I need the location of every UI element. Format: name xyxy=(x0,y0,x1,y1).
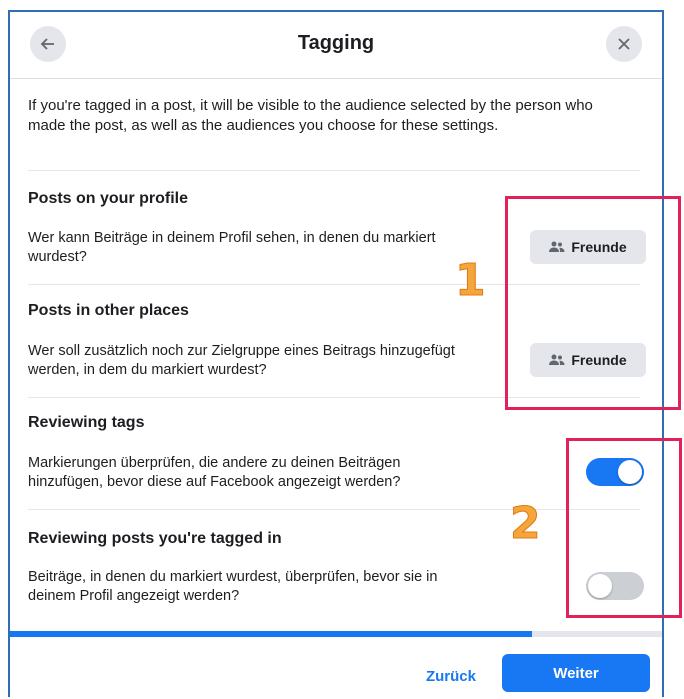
intro-text: If you're tagged in a post, it will be v… xyxy=(28,97,593,134)
weiter-button[interactable]: Weiter xyxy=(502,654,650,692)
divider xyxy=(28,509,640,510)
highlight-box-audience xyxy=(505,196,681,410)
progress-track xyxy=(10,631,662,637)
highlight-box-toggles xyxy=(566,438,682,618)
dialog-title: Tagging xyxy=(297,32,375,54)
section-title-posts-other-places: Posts in other places xyxy=(28,302,189,319)
section-desc-posts-on-profile: Wer kann Beiträge in deinem Profil sehen… xyxy=(28,230,436,265)
section-desc-reviewing-posts: Beiträge, in denen du markiert wurdest, … xyxy=(28,569,438,604)
annotation-number-2: 2 xyxy=(510,498,542,550)
section-title-reviewing-posts: Reviewing posts you're tagged in xyxy=(28,530,282,547)
section-desc-reviewing-tags: Markierungen überprüfen, die andere zu d… xyxy=(28,455,401,490)
zurueck-button[interactable]: Zurück xyxy=(416,661,486,691)
close-button[interactable] xyxy=(606,26,642,62)
section-title-posts-on-profile: Posts on your profile xyxy=(28,190,189,207)
divider xyxy=(28,170,640,171)
section-title-reviewing-tags: Reviewing tags xyxy=(28,414,145,431)
section-desc-posts-other-places: Wer soll zusätzlich noch zur Zielgruppe … xyxy=(28,343,455,378)
annotation-number-1: 1 xyxy=(455,255,487,307)
close-icon xyxy=(618,38,630,50)
progress-bar xyxy=(10,631,532,637)
dialog-header: Tagging xyxy=(10,12,662,79)
